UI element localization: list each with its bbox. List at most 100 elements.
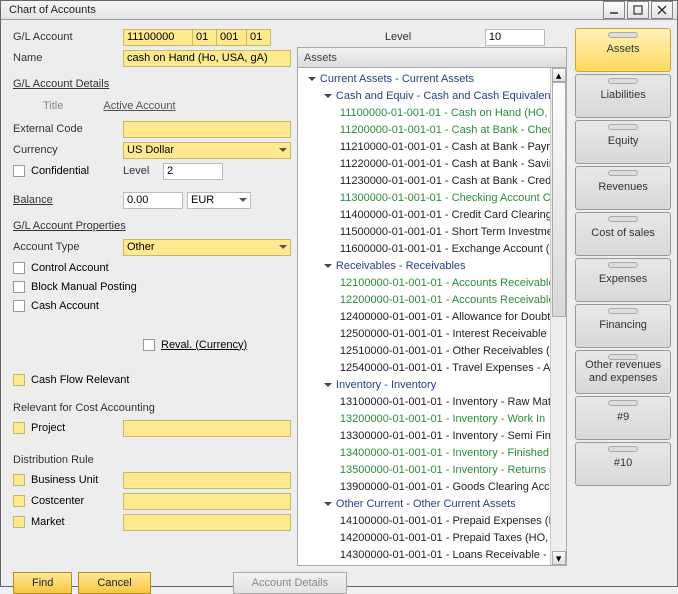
- tree-item[interactable]: 11200000-01-001-01 - Cash at Bank - Chec…: [298, 121, 566, 138]
- balance-input[interactable]: [123, 192, 183, 209]
- close-button[interactable]: [651, 1, 673, 19]
- market-input[interactable]: [123, 514, 291, 531]
- tree-item[interactable]: 13200000-01-001-01 - Inventory - Work In: [298, 410, 566, 427]
- tree-header: Assets: [298, 48, 566, 68]
- name-input[interactable]: [123, 50, 291, 67]
- detail-tabs: Title Active Account: [43, 100, 291, 112]
- tree-item[interactable]: 13300000-01-001-01 - Inventory - Semi Fi…: [298, 427, 566, 444]
- control-account-checkbox[interactable]: [13, 262, 25, 274]
- level-input[interactable]: [163, 163, 223, 180]
- tree-body[interactable]: Current Assets - Current AssetsCash and …: [298, 68, 566, 565]
- minimize-button[interactable]: [603, 1, 625, 19]
- tree-item[interactable]: 14100000-01-001-01 - Prepaid Expenses (H…: [298, 512, 566, 529]
- tree-item[interactable]: 12510000-01-001-01 - Other Receivables (…: [298, 342, 566, 359]
- block-manual-checkbox[interactable]: [13, 281, 25, 293]
- header-level-input[interactable]: [485, 29, 545, 46]
- external-code-input[interactable]: [123, 121, 291, 138]
- market-label: Market: [31, 516, 65, 528]
- scroll-up-icon[interactable]: ▴: [552, 68, 566, 82]
- costcenter-checkbox[interactable]: [13, 495, 25, 507]
- gl-seg1-input[interactable]: [193, 29, 217, 46]
- footer: Find Cancel Account Details: [1, 572, 677, 594]
- tree-item[interactable]: 11230000-01-001-01 - Cash at Bank - Cred…: [298, 172, 566, 189]
- expand-icon[interactable]: [324, 502, 332, 510]
- cash-account-label: Cash Account: [31, 300, 99, 312]
- balance-label[interactable]: Balance: [13, 194, 123, 206]
- expand-icon[interactable]: [324, 264, 332, 272]
- expand-icon[interactable]: [324, 383, 332, 391]
- expand-icon[interactable]: [308, 77, 316, 85]
- drawer-assets[interactable]: Assets: [575, 28, 671, 72]
- tree-item[interactable]: 11500000-01-001-01 - Short Term Investme…: [298, 223, 566, 240]
- cost-accounting-section: Relevant for Cost Accounting: [13, 402, 291, 414]
- drawer-cost-of-sales[interactable]: Cost of sales: [575, 212, 671, 256]
- expand-icon[interactable]: [324, 94, 332, 102]
- distribution-rule-section: Distribution Rule: [13, 454, 291, 466]
- name-label: Name: [13, 52, 123, 64]
- tree-item[interactable]: 11300000-01-001-01 - Checking Account Cl…: [298, 189, 566, 206]
- drawer-liabilities[interactable]: Liabilities: [575, 74, 671, 118]
- scroll-down-icon[interactable]: ▾: [552, 551, 566, 565]
- tree-item[interactable]: 14200000-01-001-01 - Prepaid Taxes (HO, …: [298, 529, 566, 546]
- market-checkbox[interactable]: [13, 516, 25, 528]
- window-title: Chart of Accounts: [9, 4, 601, 16]
- tab-active-account[interactable]: Active Account: [103, 100, 175, 112]
- tree-group[interactable]: Other Current - Other Current Assets: [298, 495, 566, 512]
- confidential-checkbox[interactable]: [13, 165, 25, 177]
- level-label: Level: [123, 165, 163, 177]
- tree-item[interactable]: 12540000-01-001-01 - Travel Expenses - A…: [298, 359, 566, 376]
- account-tree: Assets Current Assets - Current AssetsCa…: [297, 47, 567, 566]
- costcenter-input[interactable]: [123, 493, 291, 510]
- tree-item[interactable]: 12100000-01-001-01 - Accounts Receivable…: [298, 274, 566, 291]
- tree-group[interactable]: Receivables - Receivables: [298, 257, 566, 274]
- tree-item[interactable]: 12400000-01-001-01 - Allowance for Doubt…: [298, 308, 566, 325]
- tree-group[interactable]: Inventory - Inventory: [298, 376, 566, 393]
- account-details-button[interactable]: Account Details: [233, 572, 347, 594]
- drawer-expenses[interactable]: Expenses: [575, 258, 671, 302]
- drawer-equity[interactable]: Equity: [575, 120, 671, 164]
- confidential-label: Confidential: [31, 165, 89, 177]
- tree-item[interactable]: 12200000-01-001-01 - Accounts Receivable…: [298, 291, 566, 308]
- project-input[interactable]: [123, 420, 291, 437]
- gl-account-input[interactable]: [123, 29, 193, 46]
- tab-title[interactable]: Title: [43, 100, 63, 112]
- drawer-financing[interactable]: Financing: [575, 304, 671, 348]
- cash-account-checkbox[interactable]: [13, 300, 25, 312]
- gl-seg3-input[interactable]: [247, 29, 271, 46]
- tree-group[interactable]: Current Assets - Current Assets: [298, 70, 566, 87]
- business-unit-checkbox[interactable]: [13, 474, 25, 486]
- project-checkbox[interactable]: [13, 422, 25, 434]
- tree-item[interactable]: 11220000-01-001-01 - Cash at Bank - Savi…: [298, 155, 566, 172]
- account-type-select[interactable]: Other: [123, 239, 291, 256]
- tree-item[interactable]: 11210000-01-001-01 - Cash at Bank - Payr…: [298, 138, 566, 155]
- gl-properties-section: G/L Account Properties: [13, 220, 291, 232]
- tree-scrollbar[interactable]: ▴ ▾: [550, 68, 566, 565]
- tree-item[interactable]: 13500000-01-001-01 - Inventory - Returns…: [298, 461, 566, 478]
- business-unit-input[interactable]: [123, 472, 291, 489]
- balance-currency-select[interactable]: EUR: [187, 192, 251, 209]
- drawer--10[interactable]: #10: [575, 442, 671, 486]
- drawer--9[interactable]: #9: [575, 396, 671, 440]
- account-type-label: Account Type: [13, 241, 123, 253]
- tree-item[interactable]: 12500000-01-001-01 - Interest Receivable…: [298, 325, 566, 342]
- gl-seg2-input[interactable]: [217, 29, 247, 46]
- scroll-thumb[interactable]: [552, 82, 566, 317]
- reval-label: Reval. (Currency): [161, 339, 247, 351]
- tree-item[interactable]: 13900000-01-001-01 - Goods Clearing Acco…: [298, 478, 566, 495]
- tree-item[interactable]: 11600000-01-001-01 - Exchange Account (H: [298, 240, 566, 257]
- cancel-button[interactable]: Cancel: [78, 572, 150, 594]
- reval-checkbox[interactable]: [143, 339, 155, 351]
- tree-group[interactable]: Cash and Equiv - Cash and Cash Equivalen…: [298, 87, 566, 104]
- drawer-other-revenues-and-expenses[interactable]: Other revenues and expenses: [575, 350, 671, 394]
- cashflow-relevant-checkbox[interactable]: [13, 374, 25, 386]
- find-button[interactable]: Find: [13, 572, 72, 594]
- drawer-revenues[interactable]: Revenues: [575, 166, 671, 210]
- tree-item[interactable]: 11400000-01-001-01 - Credit Card Clearin…: [298, 206, 566, 223]
- tree-item[interactable]: 13400000-01-001-01 - Inventory - Finishe…: [298, 444, 566, 461]
- project-label: Project: [31, 422, 65, 434]
- tree-item[interactable]: 11100000-01-001-01 - Cash on Hand (HO, U: [298, 104, 566, 121]
- tree-item[interactable]: 14300000-01-001-01 - Loans Receivable - …: [298, 546, 566, 563]
- tree-item[interactable]: 13100000-01-001-01 - Inventory - Raw Mat…: [298, 393, 566, 410]
- currency-select[interactable]: US Dollar: [123, 142, 291, 159]
- maximize-button[interactable]: [627, 1, 649, 19]
